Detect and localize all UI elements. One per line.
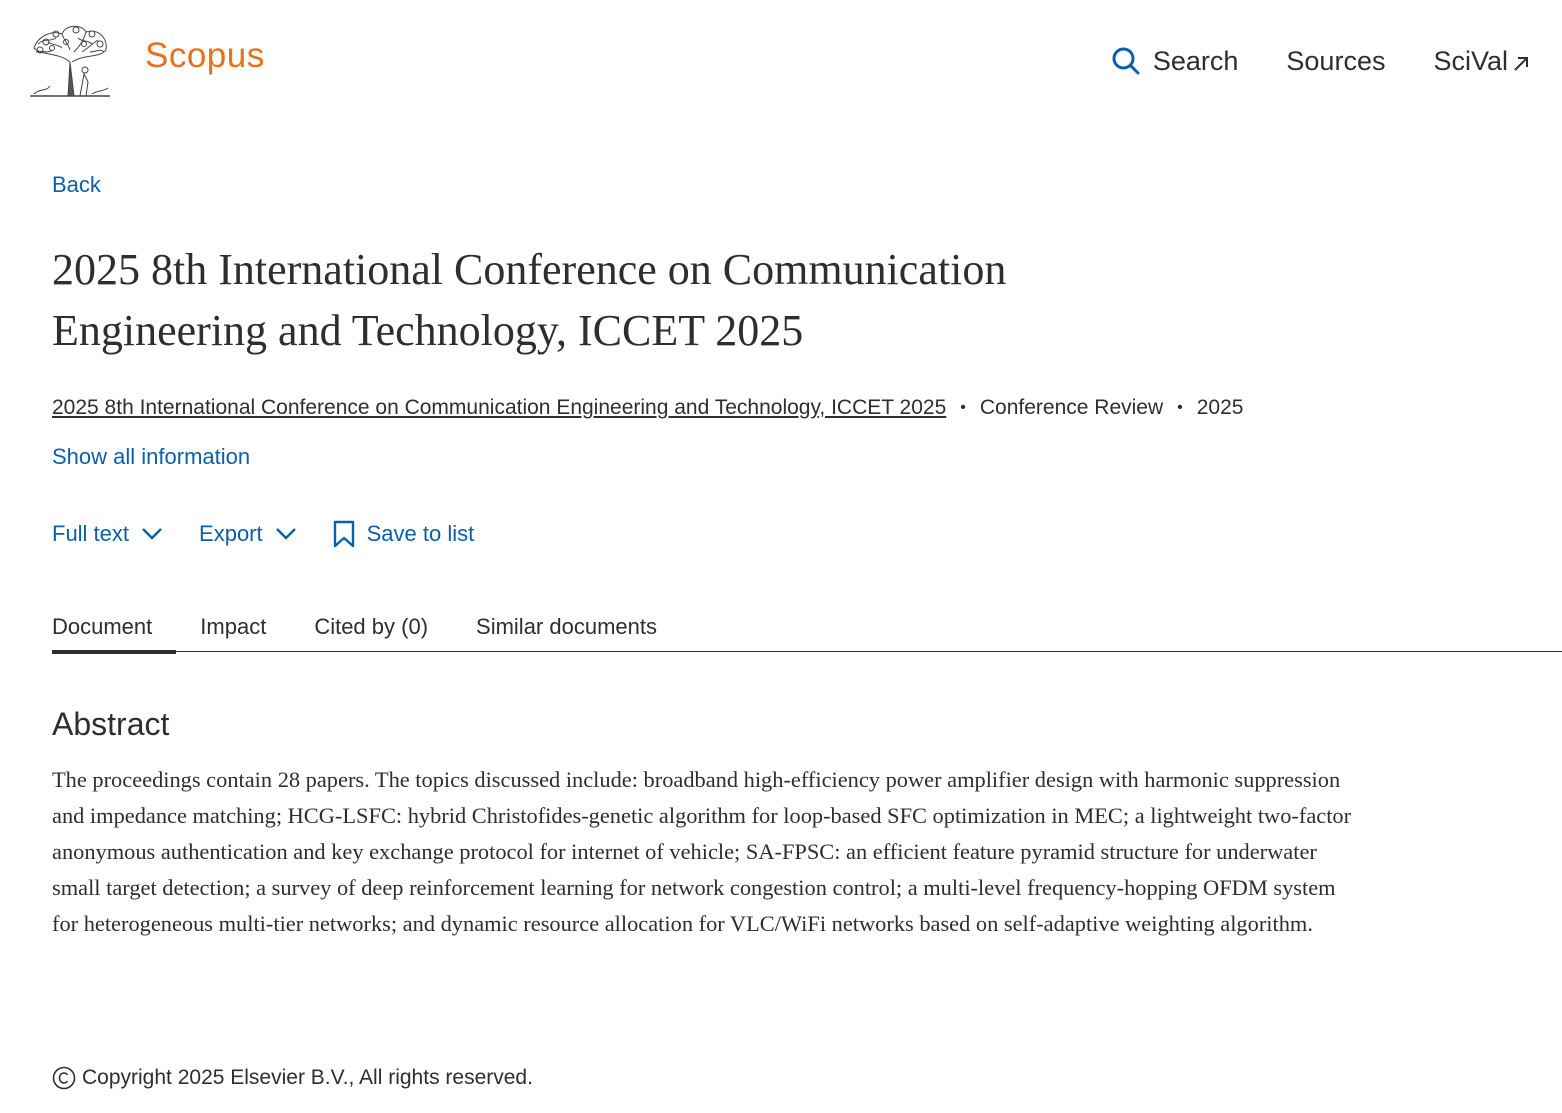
nav-search-label: Search: [1152, 45, 1239, 76]
full-text-label: Full text: [52, 521, 130, 546]
abstract-heading: Abstract: [52, 706, 170, 742]
copyright-icon: [52, 1066, 76, 1090]
save-to-list-label: Save to list: [366, 521, 475, 546]
chevron-down-icon: [275, 527, 297, 541]
show-all-information-link[interactable]: Show all information: [52, 444, 250, 470]
top-nav: Search Sources SciVal: [1063, 42, 1530, 80]
document-title: 2025 8th International Conference on Com…: [52, 245, 1007, 355]
copyright-text: Copyright 2025 Elsevier B.V., All rights…: [82, 1066, 533, 1089]
search-icon: [1111, 46, 1141, 76]
export-button[interactable]: Export: [199, 521, 297, 547]
document-year: 2025: [1196, 396, 1244, 419]
document-tabs: Document Impact Cited by (0) Similar doc…: [52, 608, 1562, 654]
elsevier-tree-logo-icon[interactable]: [28, 22, 112, 98]
scopus-brand[interactable]: Scopus: [145, 36, 265, 76]
export-label: Export: [199, 521, 263, 546]
full-text-button[interactable]: Full text: [52, 521, 163, 547]
document-actions: Full text Export Save to list: [52, 514, 1532, 554]
tab-similar-documents[interactable]: Similar documents: [476, 608, 657, 652]
tab-document[interactable]: Document: [52, 608, 177, 654]
source-title-link[interactable]: 2025 8th International Conference on Com…: [52, 396, 946, 420]
top-header: Scopus Search Sources SciVal: [0, 0, 1562, 120]
document-type: Conference Review: [979, 396, 1164, 419]
nav-sources[interactable]: Sources: [1286, 46, 1385, 77]
bookmark-icon: [333, 520, 355, 548]
tab-cited-by[interactable]: Cited by (0): [314, 608, 428, 652]
document-main: Back 2025 8th International Conference o…: [52, 160, 1532, 554]
copyright-notice: Copyright 2025 Elsevier B.V., All rights…: [52, 1066, 533, 1090]
meta-separator: •: [960, 399, 966, 416]
abstract-text: The proceedings contain 28 papers. The t…: [52, 767, 1352, 936]
chevron-down-icon: [141, 527, 163, 541]
meta-separator: •: [1177, 399, 1183, 416]
nav-search[interactable]: Search: [1111, 45, 1239, 77]
document-meta: 2025 8th International Conference on Com…: [52, 396, 1532, 420]
tab-impact[interactable]: Impact: [200, 608, 266, 652]
nav-scival-label: SciVal: [1433, 45, 1508, 76]
external-link-icon: [1512, 55, 1530, 73]
back-link[interactable]: Back: [52, 172, 101, 198]
nav-scival[interactable]: SciVal: [1433, 46, 1530, 77]
save-to-list-button[interactable]: Save to list: [333, 520, 475, 548]
